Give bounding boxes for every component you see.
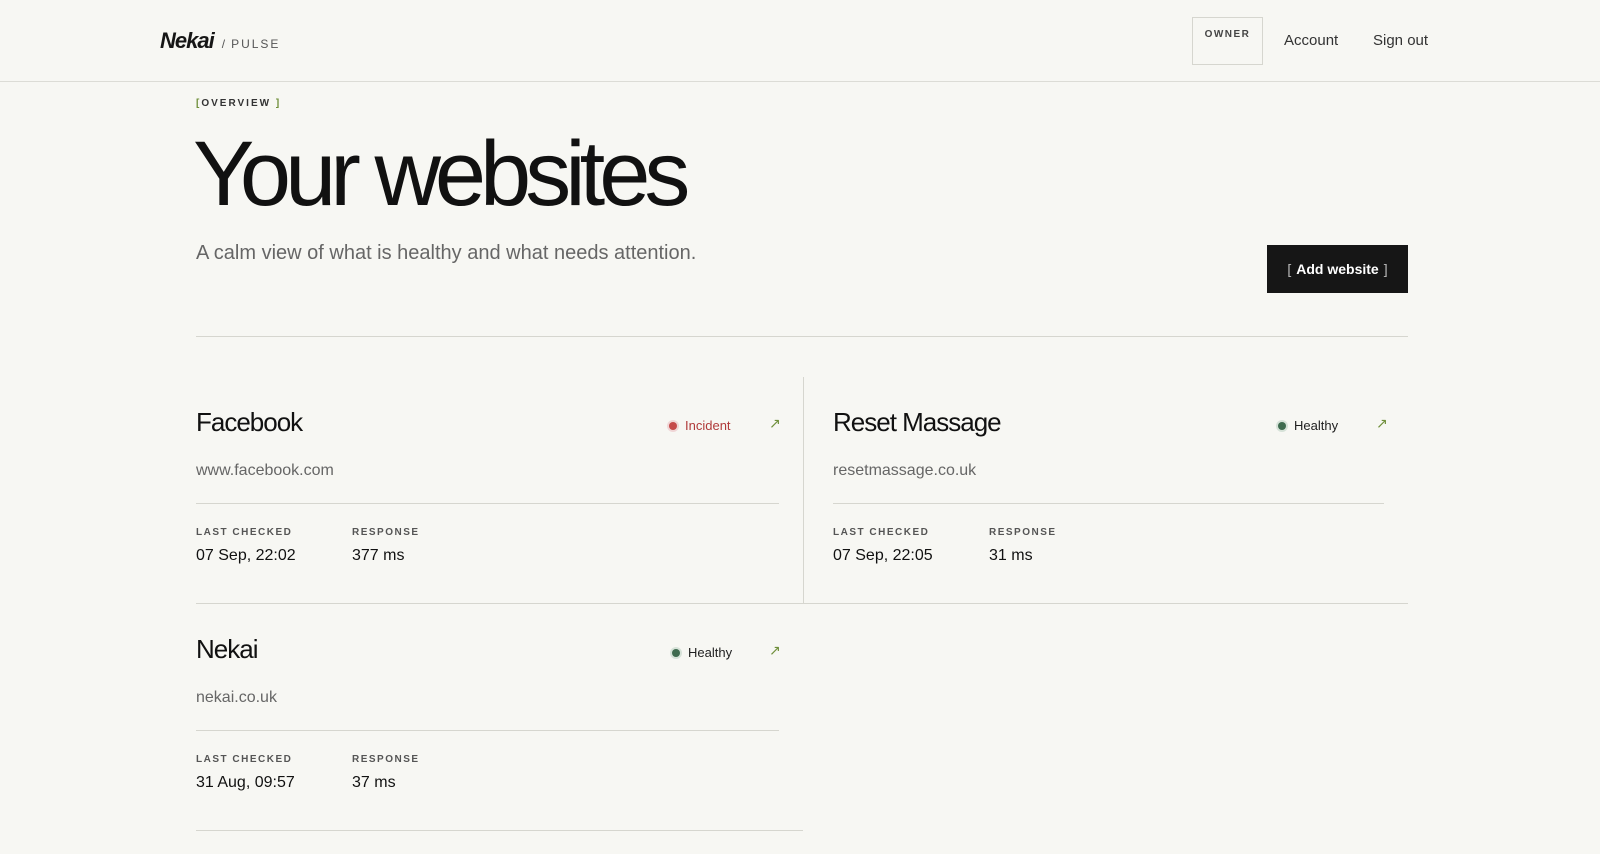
response-value: 37 ms: [352, 774, 396, 791]
card-divider: [196, 503, 779, 504]
card-divider: [833, 503, 1384, 504]
section-eyebrow: [OVERVIEW ]: [196, 98, 282, 109]
last-checked-label: LAST CHECKED: [833, 527, 930, 538]
last-checked-label: LAST CHECKED: [196, 754, 293, 765]
response-label: RESPONSE: [989, 527, 1057, 538]
website-name: Facebook: [196, 407, 303, 437]
section-divider: [196, 336, 1408, 337]
status-label: Healthy: [688, 645, 733, 660]
website-card[interactable]: Reset Massage Healthy ↗ resetmassage.co.…: [833, 377, 1438, 604]
status-badge: Incident: [669, 418, 731, 433]
status-dot-icon: [672, 648, 680, 657]
top-bar: Nekai / PULSE OWNER Account Sign out: [0, 0, 1600, 82]
card-divider: [196, 730, 779, 731]
role-badge: OWNER: [1192, 17, 1263, 65]
sign-out-link[interactable]: Sign out: [1373, 32, 1428, 49]
status-label: Incident: [685, 418, 731, 433]
last-checked-value: 07 Sep, 22:05: [833, 547, 933, 564]
response-value: 31 ms: [989, 547, 1033, 564]
last-checked-label: LAST CHECKED: [196, 527, 293, 538]
status-badge: Healthy: [1278, 418, 1338, 433]
arrow-up-right-icon[interactable]: ↗: [1376, 415, 1388, 432]
last-checked-value: 07 Sep, 22:02: [196, 547, 296, 564]
card-column-divider: [803, 377, 804, 604]
eyebrow-label: OVERVIEW: [201, 98, 272, 109]
last-checked-value: 31 Aug, 09:57: [196, 774, 295, 791]
account-link[interactable]: Account: [1284, 32, 1338, 49]
website-name: Reset Massage: [833, 407, 1002, 437]
website-card[interactable]: Nekai Healthy ↗ nekai.co.uk LAST CHECKED…: [196, 604, 801, 831]
arrow-up-right-icon[interactable]: ↗: [769, 415, 781, 432]
response-label: RESPONSE: [352, 754, 420, 765]
add-website-button[interactable]: [Add website]: [1267, 245, 1408, 293]
product-name: PULSE: [231, 37, 281, 51]
brand-logo: Nekai: [160, 28, 215, 53]
status-dot-icon: [669, 421, 677, 430]
response-value: 377 ms: [352, 547, 405, 564]
page-subtitle: A calm view of what is healthy and what …: [196, 242, 697, 264]
brand-separator: /: [221, 37, 226, 51]
row-divider: [196, 830, 803, 831]
website-card[interactable]: Facebook Incident ↗ www.facebook.com LAS…: [196, 377, 801, 604]
page-title: Your websites: [193, 123, 690, 225]
website-url: nekai.co.uk: [196, 689, 277, 706]
website-name: Nekai: [196, 634, 258, 664]
add-website-label: Add website: [1296, 261, 1379, 277]
status-badge: Healthy: [672, 645, 732, 660]
arrow-up-right-icon[interactable]: ↗: [769, 642, 781, 659]
response-label: RESPONSE: [352, 527, 420, 538]
brand[interactable]: Nekai / PULSE: [160, 28, 280, 54]
status-dot-icon: [1278, 421, 1286, 430]
website-url: resetmassage.co.uk: [833, 462, 977, 479]
website-url: www.facebook.com: [196, 462, 334, 479]
status-label: Healthy: [1294, 418, 1339, 433]
